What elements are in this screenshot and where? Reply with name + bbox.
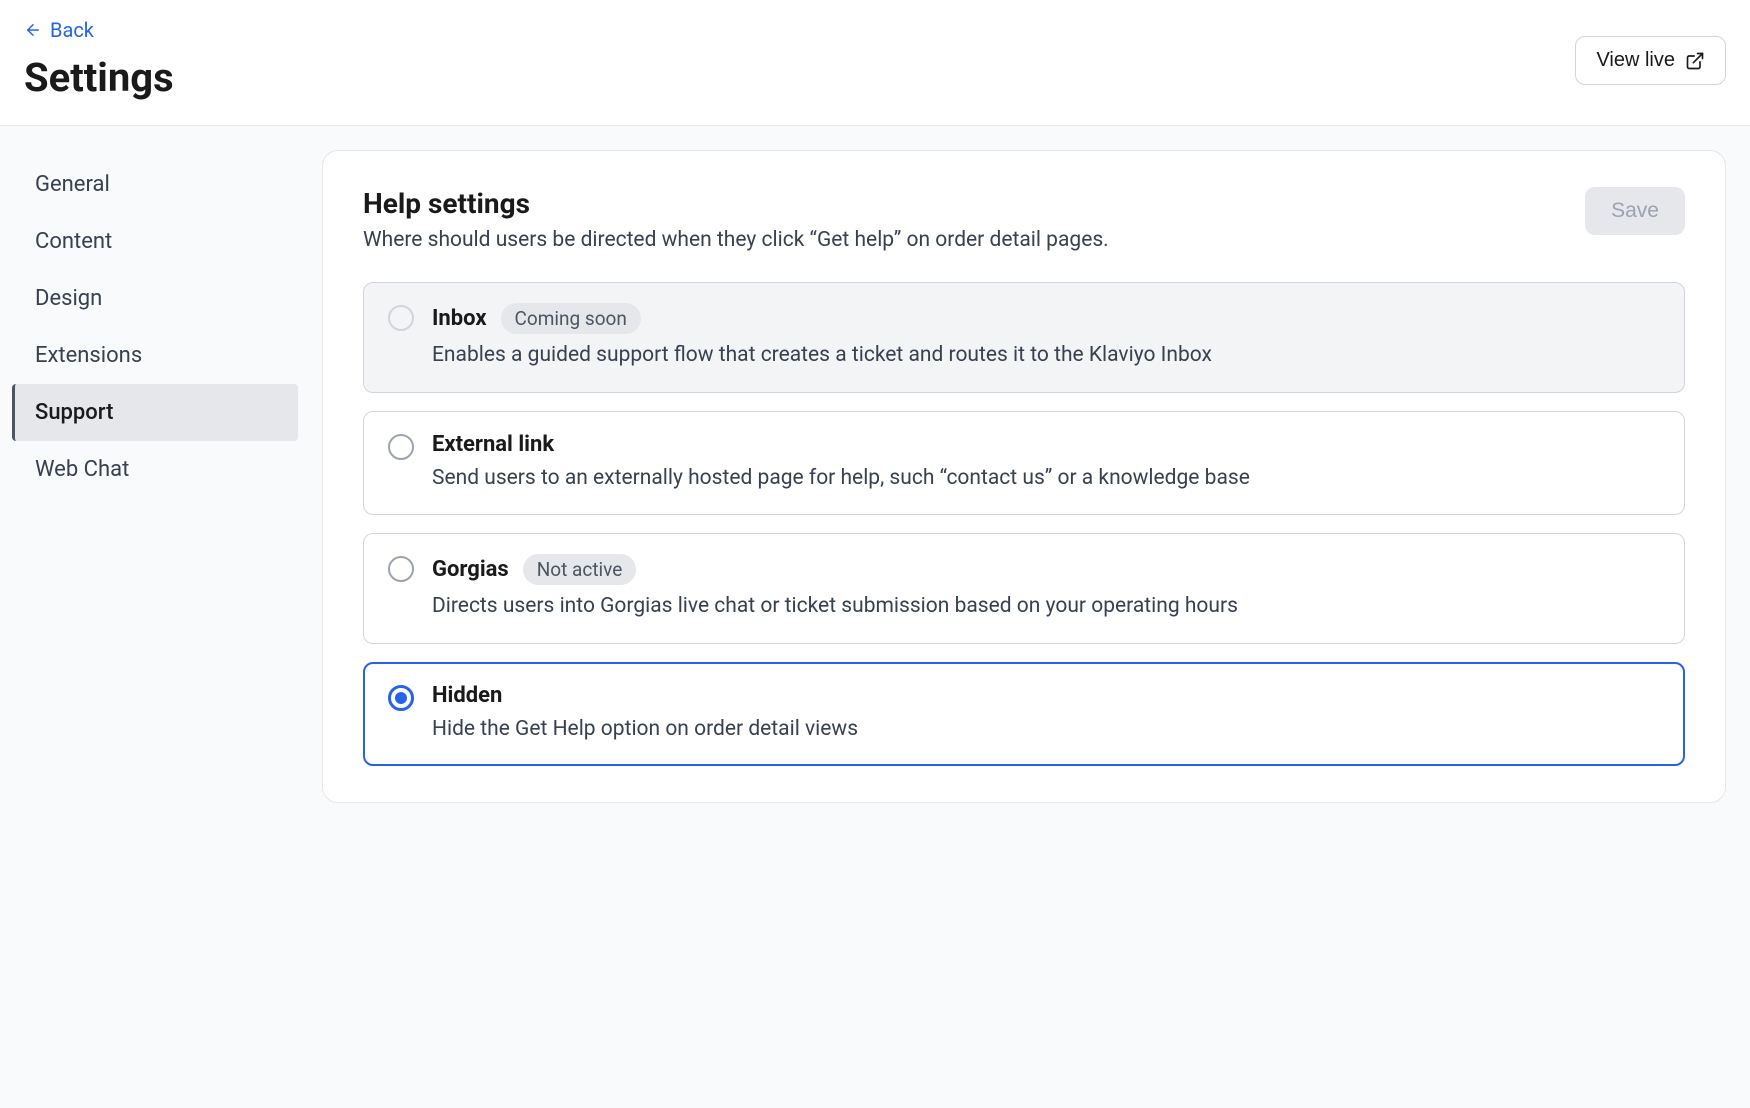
options-list: Inbox Coming soon Enables a guided support… — [363, 282, 1685, 766]
back-label: Back — [50, 18, 94, 42]
option-external[interactable]: External link Send users to an externally… — [363, 411, 1685, 516]
sidebar-item-support[interactable]: Support — [12, 384, 298, 441]
option-title: External link — [432, 432, 554, 457]
card-title: Help settings — [363, 187, 1585, 220]
sidebar-item-label: Extensions — [35, 343, 142, 368]
option-title-row: Gorgias Not active — [432, 554, 1660, 585]
sidebar-item-extensions[interactable]: Extensions — [12, 327, 298, 384]
option-title-row: Inbox Coming soon — [432, 303, 1660, 334]
main-content: Help settings Where should users be dire… — [310, 126, 1750, 1108]
option-content: Inbox Coming soon Enables a guided support… — [432, 303, 1660, 372]
option-hidden[interactable]: Hidden Hide the Get Help option on order … — [363, 662, 1685, 767]
arrow-left-icon — [24, 21, 42, 39]
sidebar-item-label: Content — [35, 229, 112, 254]
option-content: External link Send users to an externally… — [432, 432, 1660, 495]
sidebar-item-web-chat[interactable]: Web Chat — [12, 441, 298, 498]
option-title-row: Hidden — [432, 683, 1660, 708]
sidebar-item-label: Web Chat — [35, 457, 129, 482]
card-header-text: Help settings Where should users be dire… — [363, 187, 1585, 252]
option-description: Directs users into Gorgias live chat or … — [432, 591, 1660, 623]
option-description: Send users to an externally hosted page … — [432, 463, 1660, 495]
option-title: Hidden — [432, 683, 502, 708]
save-button[interactable]: Save — [1585, 187, 1685, 235]
option-content: Hidden Hide the Get Help option on order … — [432, 683, 1660, 746]
option-description: Enables a guided support flow that creat… — [432, 340, 1660, 372]
sidebar-item-general[interactable]: General — [12, 156, 298, 213]
sidebar-item-label: Design — [35, 286, 102, 311]
option-description: Hide the Get Help option on order detail… — [432, 714, 1660, 746]
sidebar-item-design[interactable]: Design — [12, 270, 298, 327]
card-subtitle: Where should users be directed when they… — [363, 228, 1585, 252]
sidebar-item-label: General — [35, 172, 110, 197]
view-live-label: View live — [1596, 49, 1675, 72]
body-area: General Content Design Extensions Support Web… — [0, 126, 1750, 1108]
card-header: Help settings Where should users be dire… — [363, 187, 1685, 252]
option-badge: Coming soon — [501, 303, 641, 334]
external-link-icon — [1685, 51, 1705, 71]
back-link[interactable]: Back — [24, 18, 94, 42]
radio-external[interactable] — [388, 434, 414, 460]
page-title: Settings — [24, 54, 174, 101]
radio-gorgias[interactable] — [388, 556, 414, 582]
sidebar: General Content Design Extensions Support Web… — [0, 126, 310, 1108]
radio-inbox — [388, 305, 414, 331]
view-live-button[interactable]: View live — [1575, 36, 1726, 85]
option-inbox: Inbox Coming soon Enables a guided support… — [363, 282, 1685, 393]
header-left: Back Settings — [24, 18, 174, 101]
option-content: Gorgias Not active Directs users into Gorg… — [432, 554, 1660, 623]
option-title: Inbox — [432, 306, 487, 331]
option-badge: Not active — [523, 554, 637, 585]
page-header: Back Settings View live — [0, 0, 1750, 126]
sidebar-item-content[interactable]: Content — [12, 213, 298, 270]
sidebar-item-label: Support — [35, 400, 113, 425]
option-title-row: External link — [432, 432, 1660, 457]
option-gorgias[interactable]: Gorgias Not active Directs users into Gorg… — [363, 533, 1685, 644]
option-title: Gorgias — [432, 557, 509, 582]
help-settings-card: Help settings Where should users be dire… — [322, 150, 1726, 803]
radio-hidden[interactable] — [388, 685, 414, 711]
